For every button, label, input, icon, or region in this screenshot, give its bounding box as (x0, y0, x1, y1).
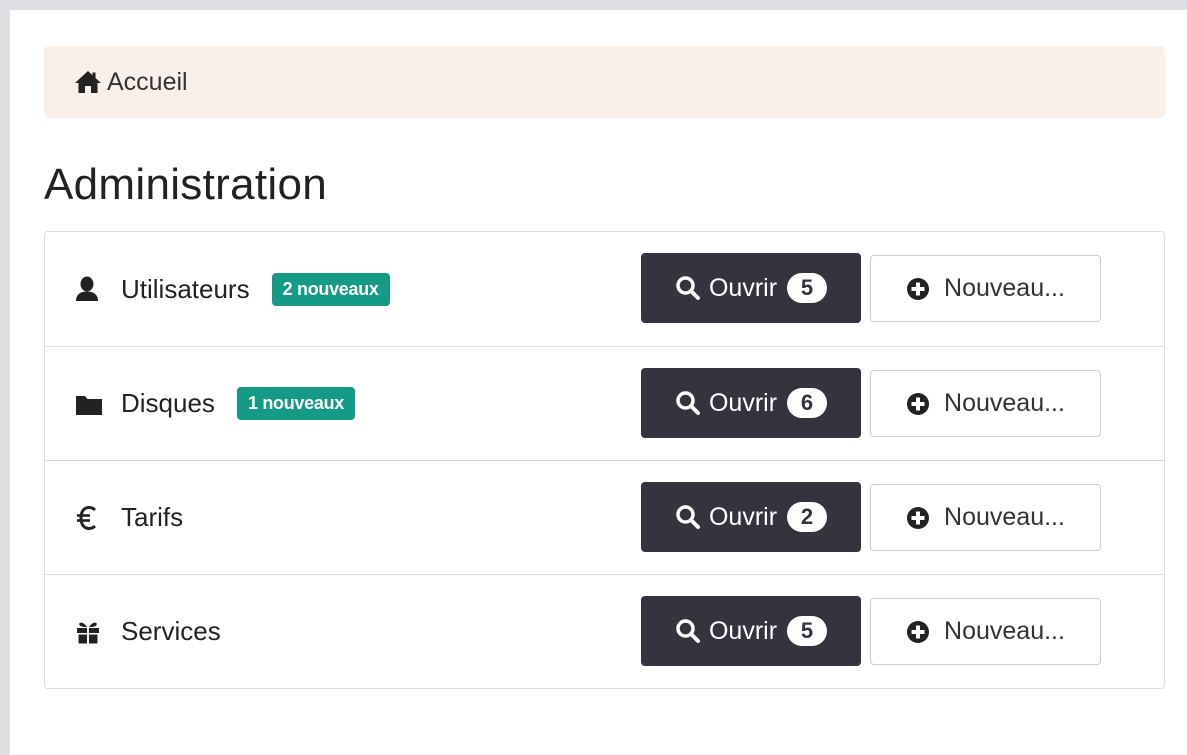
new-items-badge: 2 nouveaux (271, 272, 390, 306)
search-icon (675, 618, 701, 644)
count-badge: 6 (787, 388, 828, 418)
row-label-group: Utilisateurs 2 nouveaux (75, 232, 390, 346)
new-button-label: Nouveau... (944, 617, 1065, 645)
count-badge: 2 (787, 502, 828, 532)
search-icon (675, 504, 701, 530)
home-icon (74, 70, 102, 94)
count-badge: 5 (787, 616, 828, 646)
plus-circle-icon (906, 620, 930, 644)
gift-icon (75, 619, 107, 645)
search-icon (675, 390, 701, 416)
new-button-label: Nouveau... (944, 503, 1065, 531)
open-button-label: Ouvrir (708, 502, 778, 531)
euro-icon (75, 505, 107, 531)
new-button-label: Nouveau... (944, 274, 1065, 302)
user-icon (75, 276, 107, 302)
plus-circle-icon (906, 506, 930, 530)
row-title: Utilisateurs (121, 273, 250, 304)
new-disque-button[interactable]: Nouveau... (870, 370, 1101, 437)
new-items-badge: 1 nouveaux (236, 387, 355, 420)
list-item-tarifs: Tarifs Ouvrir 2 Nouveau... (45, 460, 1164, 574)
plus-circle-icon (906, 392, 930, 416)
open-button-label: Ouvrir (708, 388, 778, 417)
open-tarifs-button[interactable]: Ouvrir 2 (641, 482, 861, 552)
count-badge: 5 (787, 273, 828, 303)
new-button-label: Nouveau... (944, 389, 1065, 417)
open-services-button[interactable]: Ouvrir 5 (641, 596, 861, 666)
plus-circle-icon (906, 277, 930, 301)
breadcrumb: Accueil (44, 46, 1165, 118)
open-utilisateurs-button[interactable]: Ouvrir 5 (641, 253, 861, 323)
open-disques-button[interactable]: Ouvrir 6 (641, 368, 861, 438)
row-title: Tarifs (121, 502, 184, 532)
list-item-services: Services Ouvrir 5 Nouveau... (45, 574, 1164, 688)
folder-icon (75, 392, 107, 416)
admin-list: Utilisateurs 2 nouveaux Ouvrir 5 Nouveau… (44, 231, 1165, 689)
open-button-label: Ouvrir (708, 273, 778, 302)
search-icon (675, 275, 701, 301)
list-item-disques: Disques 1 nouveaux Ouvrir 6 Nouveau... (45, 346, 1164, 460)
row-title: Disques (121, 388, 215, 418)
list-item-utilisateurs: Utilisateurs 2 nouveaux Ouvrir 5 Nouveau… (45, 232, 1164, 346)
page-title: Administration (44, 160, 327, 209)
new-utilisateur-button[interactable]: Nouveau... (870, 255, 1101, 322)
open-button-label: Ouvrir (708, 616, 778, 645)
new-tarif-button[interactable]: Nouveau... (870, 484, 1101, 551)
breadcrumb-home-label: Accueil (107, 67, 188, 96)
row-label-group: Tarifs (75, 461, 183, 574)
row-label-group: Services (75, 575, 221, 688)
breadcrumb-home-link[interactable]: Accueil (74, 68, 188, 97)
row-label-group: Disques 1 nouveaux (75, 347, 355, 460)
row-title: Services (121, 616, 221, 646)
new-service-button[interactable]: Nouveau... (870, 598, 1101, 665)
